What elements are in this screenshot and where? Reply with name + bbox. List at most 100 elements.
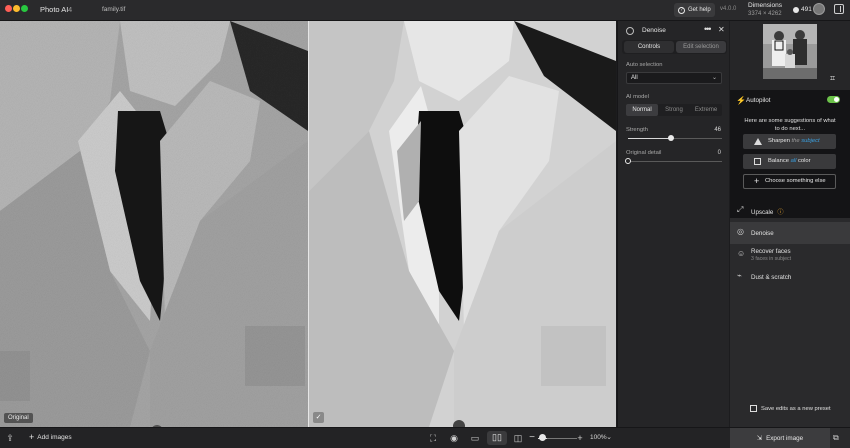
- fit-screen-icon[interactable]: ⛶: [427, 432, 439, 444]
- tool-dust-scratch[interactable]: ⌁ Dust & scratch: [730, 266, 850, 288]
- image-thumbnail[interactable]: [763, 24, 817, 79]
- denoise-icon: [626, 27, 634, 35]
- bottom-toolbar: ⇪ + Add images ⛶ ◉ ▭ ▯▯ ◫ − + 100% ⌄: [0, 427, 730, 448]
- maximize-window-button[interactable]: [21, 5, 28, 12]
- plus-icon: +: [754, 176, 760, 186]
- strength-value: 46: [714, 127, 721, 133]
- help-icon: ?: [678, 6, 685, 14]
- ai-model-selector: Normal Strong Extreme: [626, 104, 722, 116]
- image-canvas[interactable]: Original ✓: [0, 21, 616, 427]
- original-detail-label: Original detail: [626, 150, 662, 156]
- tool-recover-faces-label: Recover faces: [751, 248, 791, 255]
- denoise-header: Denoise ••• ✕: [618, 21, 730, 40]
- split-view-icon[interactable]: ◫: [512, 432, 524, 444]
- denoise-panel: Denoise ••• ✕ Controls Edit selection Au…: [617, 21, 729, 427]
- close-window-button[interactable]: [5, 5, 12, 12]
- preview-eye-icon[interactable]: ◉: [448, 432, 460, 444]
- original-detail-value: 0: [717, 150, 721, 156]
- balance-label: Balance: [768, 158, 789, 164]
- credits-icon: [793, 6, 799, 13]
- get-help-label: Get help: [688, 7, 711, 13]
- original-badge: Original: [4, 413, 33, 423]
- autopilot-label: Autopilot: [746, 97, 771, 104]
- side-by-side-view-button[interactable]: ▯▯: [487, 431, 507, 445]
- chevron-down-icon[interactable]: ⌄: [603, 432, 615, 444]
- balance-color-button[interactable]: Balance all color: [743, 154, 836, 169]
- model-strong[interactable]: Strong: [658, 104, 690, 116]
- title-bar: Photo AI 4 family.tif ? Get help v4.0.0 …: [0, 0, 850, 21]
- single-view-icon[interactable]: ▭: [469, 432, 481, 444]
- info-warning-icon: ⓘ: [777, 209, 784, 216]
- zoom-slider-knob[interactable]: [539, 434, 546, 441]
- denoise-icon: ◎: [737, 227, 744, 236]
- ai-model-label: AI model: [626, 94, 649, 100]
- app-name: Photo AI: [40, 5, 69, 14]
- tool-denoise[interactable]: ◎ Denoise: [730, 222, 850, 244]
- auto-selection-label: Auto selection: [626, 62, 663, 68]
- brush-icon: ⌁: [737, 271, 742, 280]
- balance-suffix: color: [798, 158, 811, 164]
- tool-recover-faces-sub: 3 faces in subject: [751, 256, 792, 262]
- upload-icon[interactable]: ⇪: [4, 432, 16, 444]
- zoom-slider-track[interactable]: [547, 438, 577, 439]
- file-name: family.tif: [102, 6, 126, 13]
- export-label: Export image: [766, 435, 804, 442]
- face-icon: ☺: [737, 249, 746, 258]
- close-icon[interactable]: ✕: [718, 25, 725, 34]
- sharpen-mid-label: the: [791, 138, 800, 144]
- export-bar: ⇲ Export image ⧉: [730, 427, 850, 448]
- save-preset-button[interactable]: Save edits as a new preset: [750, 405, 831, 412]
- navigator: ⌗: [730, 21, 850, 90]
- denoise-tabs: Controls Edit selection: [622, 40, 727, 54]
- chevron-down-icon: ⌄: [711, 75, 717, 81]
- autopilot-panel: ⚡ Autopilot Here are some suggestions of…: [730, 90, 850, 218]
- zoom-in-icon[interactable]: +: [574, 432, 586, 444]
- strength-slider-knob[interactable]: [668, 135, 675, 141]
- autopilot-toggle[interactable]: [827, 96, 840, 103]
- strength-label: Strength: [626, 127, 648, 133]
- panel-toggle-icon[interactable]: [834, 4, 844, 14]
- tool-dust-scratch-label: Dust & scratch: [751, 274, 792, 281]
- bolt-icon: ⚡: [736, 96, 746, 105]
- model-normal[interactable]: Normal: [626, 104, 658, 116]
- tab-controls[interactable]: Controls: [624, 41, 674, 53]
- export-icon: ⇲: [756, 435, 763, 442]
- side-by-side-icon: ▯▯: [492, 432, 502, 442]
- avatar[interactable]: [813, 3, 825, 15]
- add-images-button[interactable]: + Add images: [29, 433, 72, 442]
- tool-recover-faces[interactable]: ☺ Recover faces 3 faces in subject: [730, 244, 850, 266]
- checkmark-icon: ✓: [313, 412, 324, 423]
- choose-something-else-button[interactable]: + Choose something else: [743, 174, 836, 189]
- save-icon: [750, 405, 757, 412]
- processed-image: [309, 21, 616, 427]
- model-extreme[interactable]: Extreme: [690, 104, 722, 116]
- denoise-title: Denoise: [642, 27, 666, 34]
- crop-icon[interactable]: ⌗: [830, 73, 840, 83]
- more-options-icon[interactable]: •••: [704, 24, 712, 34]
- choose-else-label: Choose something else: [765, 178, 826, 184]
- auto-selection-select[interactable]: All ⌄: [626, 72, 722, 84]
- original-detail-slider-knob[interactable]: [625, 158, 631, 164]
- export-image-button[interactable]: ⇲ Export image: [730, 428, 830, 448]
- credits-counter[interactable]: 491: [793, 6, 812, 13]
- get-help-button[interactable]: ? Get help: [674, 3, 715, 17]
- dimensions-label: Dimensions: [748, 2, 782, 9]
- original-detail-slider-track[interactable]: [628, 161, 722, 162]
- tab-edit-selection[interactable]: Edit selection: [676, 41, 726, 53]
- version-label: v4.0.0: [720, 6, 737, 12]
- tool-denoise-label: Denoise: [751, 230, 774, 237]
- app-version: 4: [68, 5, 73, 14]
- copy-icon[interactable]: ⧉: [833, 433, 843, 443]
- strength-slider-fill: [628, 138, 672, 139]
- tool-upscale[interactable]: ⤢ Upscale ⓘ: [730, 200, 850, 222]
- expand-icon: ⤢: [737, 205, 744, 214]
- tool-upscale-label: Upscale: [751, 209, 774, 216]
- balance-highlight: all: [790, 158, 797, 164]
- zoom-out-icon[interactable]: −: [526, 432, 538, 444]
- minimize-window-button[interactable]: [13, 5, 20, 12]
- sharpen-highlight: subject: [801, 138, 820, 144]
- sharpen-subject-button[interactable]: Sharpen the subject: [743, 134, 836, 149]
- triangle-icon: [754, 138, 762, 145]
- sharpen-label: Sharpen: [768, 138, 790, 144]
- balance-icon: [754, 158, 761, 165]
